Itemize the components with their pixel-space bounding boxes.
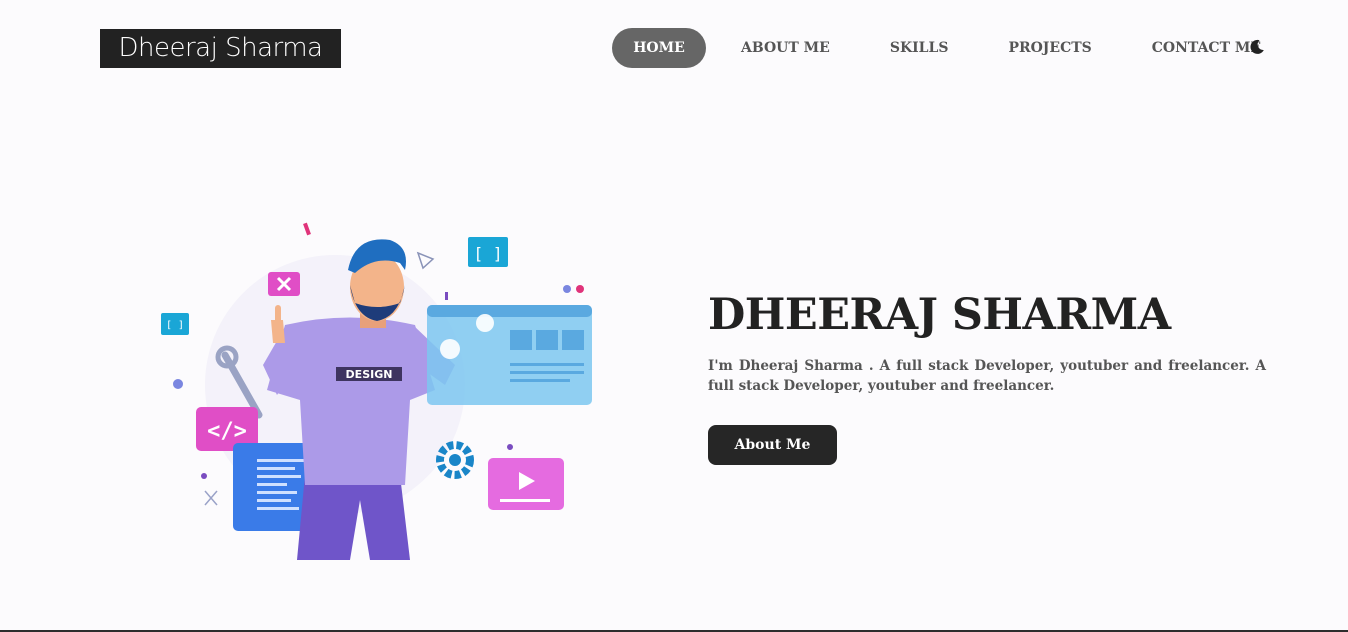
code-line bbox=[257, 459, 305, 462]
code-line bbox=[257, 475, 301, 478]
browser-block bbox=[510, 330, 532, 350]
confetti-shape bbox=[303, 222, 311, 236]
nav-skills[interactable]: SKILLS bbox=[890, 28, 949, 68]
brackets-glyph: [ ] bbox=[166, 320, 184, 331]
browser-node bbox=[440, 339, 460, 359]
site-logo[interactable]: Dheeraj Sharma bbox=[100, 29, 341, 68]
browser-node bbox=[476, 314, 494, 332]
nav-projects[interactable]: PROJECTS bbox=[1008, 28, 1091, 68]
brackets-glyph: [ ] bbox=[474, 244, 503, 263]
person-legs bbox=[297, 475, 410, 560]
confetti-dot bbox=[576, 285, 584, 293]
browser-line bbox=[510, 379, 570, 382]
code-line bbox=[257, 483, 287, 486]
design-badge-text: DESIGN bbox=[346, 368, 393, 381]
cross-shape bbox=[204, 490, 218, 506]
code-line bbox=[257, 467, 295, 470]
code-line bbox=[257, 499, 291, 502]
browser-block bbox=[536, 330, 558, 350]
page: Dheeraj Sharma HOME ABOUT ME SKILLS PROJ… bbox=[0, 0, 1348, 632]
browser-line bbox=[510, 371, 584, 374]
person-hand bbox=[271, 320, 285, 343]
moon-icon[interactable] bbox=[1249, 39, 1265, 55]
confetti-dot bbox=[173, 379, 183, 389]
about-me-button[interactable]: About Me bbox=[708, 425, 837, 465]
nav-about-me[interactable]: ABOUT ME bbox=[741, 28, 830, 68]
confetti-shape bbox=[445, 292, 448, 300]
hero-title: DHEERAJ SHARMA bbox=[708, 290, 1171, 340]
browser-block bbox=[562, 330, 584, 350]
confetti-dot bbox=[201, 473, 207, 479]
browser-titlebar bbox=[427, 305, 592, 317]
gear-hub bbox=[449, 454, 461, 466]
video-progress bbox=[500, 499, 550, 502]
nav-home[interactable]: HOME bbox=[612, 28, 706, 68]
browser-line bbox=[510, 363, 584, 366]
code-glyph: </> bbox=[207, 419, 247, 444]
confetti-dot bbox=[507, 444, 513, 450]
main-nav: HOME ABOUT ME SKILLS PROJECTS CONTACT ME bbox=[612, 28, 1261, 68]
triangle-shape bbox=[416, 251, 435, 270]
code-line bbox=[257, 507, 299, 510]
code-line bbox=[257, 491, 297, 494]
developer-illustration: [ ] [ ] </> DESIGN bbox=[161, 222, 592, 560]
hero-description: I'm Dheeraj Sharma . A full stack Develo… bbox=[708, 358, 1266, 394]
person-finger bbox=[275, 305, 281, 323]
nav-contact-me[interactable]: CONTACT ME bbox=[1152, 28, 1261, 68]
confetti-dot bbox=[563, 285, 571, 293]
